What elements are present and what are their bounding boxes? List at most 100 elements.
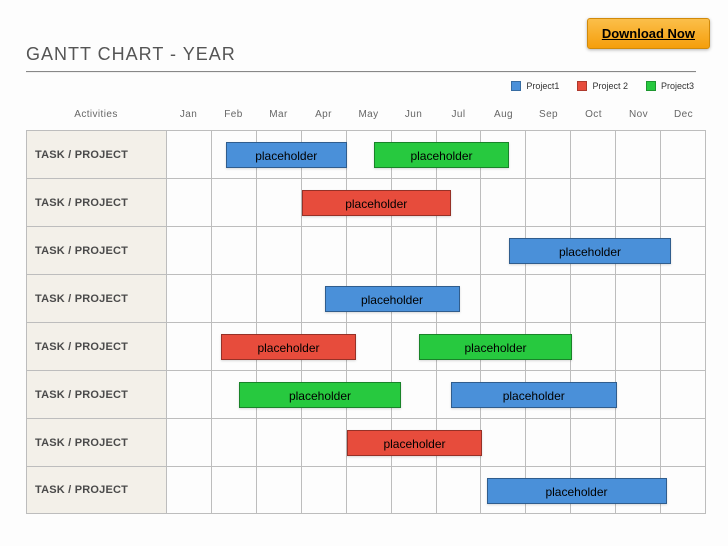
grid-cell: [167, 467, 212, 513]
grid-cell: [212, 179, 257, 226]
legend-item: Project3: [646, 81, 694, 91]
grid-cell: [481, 179, 526, 226]
grid-cell: [571, 323, 616, 370]
grid-cell: [212, 275, 257, 322]
row-label: TASK / PROJECT: [27, 227, 167, 274]
row-label: TASK / PROJECT: [27, 275, 167, 322]
row-label: TASK / PROJECT: [27, 323, 167, 370]
gantt-bar[interactable]: placeholder: [419, 334, 572, 360]
column-header-month: Mar: [256, 103, 301, 130]
column-header-month: Dec: [661, 103, 706, 130]
grid-cell: [616, 371, 661, 418]
grid-cell: [257, 467, 302, 513]
grid-cell: [167, 323, 212, 370]
grid-cell: [616, 323, 661, 370]
grid-cell: [212, 467, 257, 513]
grid-cell: [571, 419, 616, 466]
grid-cell: [257, 179, 302, 226]
grid-cell: [257, 227, 302, 274]
gantt-bar[interactable]: placeholder: [374, 142, 509, 168]
gantt-row: TASK / PROJECT placeholder: [26, 418, 706, 466]
grid-cell: [571, 179, 616, 226]
column-header-activities: Activities: [26, 103, 166, 130]
legend-swatch-green: [646, 81, 656, 91]
grid-cell: [571, 131, 616, 178]
legend-label: Project3: [661, 81, 694, 91]
grid-cell: [167, 419, 212, 466]
gantt-bar[interactable]: placeholder: [487, 478, 667, 504]
gantt-bar[interactable]: placeholder: [325, 286, 460, 312]
gantt-bar[interactable]: placeholder: [347, 430, 482, 456]
grid-cell: [661, 275, 706, 322]
grid-cell: [526, 179, 571, 226]
legend-swatch-blue: [511, 81, 521, 91]
column-header-month: Oct: [571, 103, 616, 130]
legend-label: Project 2: [592, 81, 628, 91]
gantt-bar[interactable]: placeholder: [239, 382, 401, 408]
column-header-month: Jan: [166, 103, 211, 130]
page-title: GANTT CHART - YEAR: [26, 44, 696, 65]
grid-cell: [661, 179, 706, 226]
header-row: ActivitiesJanFebMarAprMayJunJulAugSepOct…: [26, 103, 706, 130]
grid-cell: [616, 131, 661, 178]
gantt-bar[interactable]: placeholder: [302, 190, 451, 216]
grid-cell: [661, 419, 706, 466]
title-underline: [26, 71, 696, 72]
gantt-bar[interactable]: placeholder: [509, 238, 671, 264]
grid-cell: [167, 275, 212, 322]
grid-cell: [212, 419, 257, 466]
column-header-month: Feb: [211, 103, 256, 130]
grid-cell: [571, 275, 616, 322]
grid-cell: [437, 467, 482, 513]
grid-cell: [526, 419, 571, 466]
column-header-month: Nov: [616, 103, 661, 130]
legend-label: Project1: [526, 81, 559, 91]
row-label: TASK / PROJECT: [27, 419, 167, 466]
grid-cell: [257, 275, 302, 322]
gantt-row: TASK / PROJECT placeholder placeholder: [26, 322, 706, 370]
grid-cell: [167, 227, 212, 274]
column-header-month: Sep: [526, 103, 571, 130]
gantt-row: TASK / PROJECT placeholder placeholder: [26, 370, 706, 418]
grid-cell: [526, 275, 571, 322]
grid-cell: [616, 419, 661, 466]
gantt-bar[interactable]: placeholder: [221, 334, 356, 360]
row-label: TASK / PROJECT: [27, 467, 167, 513]
grid-cell: [167, 179, 212, 226]
grid-cell: [661, 371, 706, 418]
grid-cell: [302, 227, 347, 274]
legend-item: Project 2: [577, 81, 628, 91]
gantt-bar[interactable]: placeholder: [226, 142, 348, 168]
grid-cell: [302, 419, 347, 466]
gantt-row: TASK / PROJECT placeholder: [26, 178, 706, 226]
column-header-month: Jun: [391, 103, 436, 130]
row-label: TASK / PROJECT: [27, 179, 167, 226]
gantt-bar[interactable]: placeholder: [451, 382, 618, 408]
grid-cell: [212, 227, 257, 274]
grid-cell: [257, 419, 302, 466]
grid-cell: [347, 467, 392, 513]
column-header-month: Aug: [481, 103, 526, 130]
grid-cell: [661, 131, 706, 178]
legend-swatch-red: [577, 81, 587, 91]
gantt-row: TASK / PROJECT placeholder: [26, 226, 706, 274]
grid-cell: [167, 371, 212, 418]
gantt-row: TASK / PROJECT placeholder: [26, 466, 706, 514]
grid-cell: [302, 467, 347, 513]
gantt-grid: ActivitiesJanFebMarAprMayJunJulAugSepOct…: [26, 103, 706, 514]
row-label: TASK / PROJECT: [27, 131, 167, 178]
column-header-month: Jul: [436, 103, 481, 130]
legend-item: Project1: [511, 81, 559, 91]
grid-cell: [437, 227, 482, 274]
row-label: TASK / PROJECT: [27, 371, 167, 418]
grid-cell: [392, 227, 437, 274]
grid-cell: [347, 227, 392, 274]
grid-cell: [616, 179, 661, 226]
legend: Project1 Project 2 Project3: [511, 81, 694, 91]
grid-cell: [661, 467, 706, 513]
grid-cell: [481, 275, 526, 322]
grid-cell: [661, 323, 706, 370]
grid-cell: [481, 419, 526, 466]
grid-cell: [392, 467, 437, 513]
grid-cell: [167, 131, 212, 178]
